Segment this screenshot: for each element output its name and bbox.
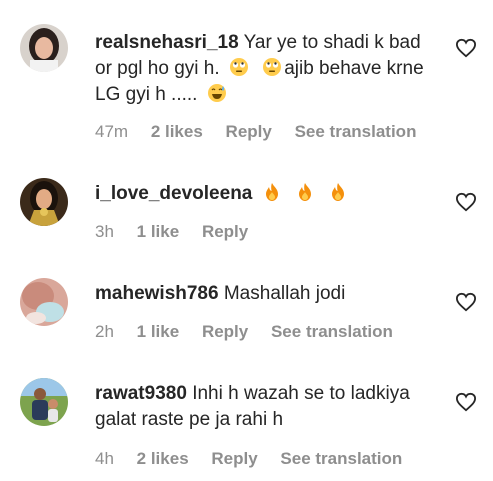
comment-meta: 2h 1 like Reply See translation [95, 322, 411, 342]
like-heart-icon[interactable] [455, 38, 477, 58]
username[interactable]: realsnehasri_18 [95, 32, 239, 53]
fire-icon [332, 183, 345, 201]
comment-time: 4h [95, 449, 114, 468]
avatar[interactable] [20, 24, 68, 72]
likes-count[interactable]: 2 likes [151, 122, 203, 141]
comment-time: 47m [95, 122, 129, 141]
username[interactable]: i_love_devoleena [95, 183, 252, 204]
comment-meta: 3h 1 like Reply [95, 222, 266, 242]
comment-text: i_love_devoleena [95, 181, 425, 207]
likes-count[interactable]: 1 like [137, 222, 180, 241]
face-with-rolling-eyes-icon [263, 58, 282, 76]
face-with-rolling-eyes-icon [229, 58, 248, 76]
fire-icon [265, 183, 278, 201]
like-heart-icon[interactable] [455, 192, 477, 212]
username[interactable]: mahewish786 [95, 283, 219, 304]
likes-count[interactable]: 2 likes [137, 449, 189, 468]
reply-button[interactable]: Reply [202, 222, 248, 241]
reply-button[interactable]: Reply [226, 122, 272, 141]
comment-meta: 4h 2 likes Reply See translation [95, 449, 420, 469]
see-translation-button[interactable]: See translation [295, 122, 417, 141]
see-translation-button[interactable]: See translation [280, 449, 402, 468]
like-heart-icon[interactable] [455, 292, 477, 312]
grinning-sweat-icon [207, 84, 226, 102]
comment-text: rawat9380 Inhi h wazah se to ladkiya gal… [95, 381, 425, 433]
avatar[interactable] [20, 278, 68, 326]
comment-time: 2h [95, 322, 114, 341]
see-translation-button[interactable]: See translation [271, 322, 393, 341]
comment-time: 3h [95, 222, 114, 241]
username[interactable]: rawat9380 [95, 383, 187, 404]
likes-count[interactable]: 1 like [137, 322, 180, 341]
fire-icon [298, 183, 311, 201]
comment-body: Mashallah jodi [223, 283, 346, 304]
comment-meta: 47m 2 likes Reply See translation [95, 122, 434, 142]
reply-button[interactable]: Reply [202, 322, 248, 341]
reply-button[interactable]: Reply [211, 449, 257, 468]
avatar[interactable] [20, 378, 68, 426]
comment-text: mahewish786 Mashallah jodi [95, 281, 425, 307]
avatar[interactable] [20, 178, 68, 226]
like-heart-icon[interactable] [455, 392, 477, 412]
comment-text: realsnehasri_18 Yar ye to shadi k bad or… [95, 30, 425, 108]
